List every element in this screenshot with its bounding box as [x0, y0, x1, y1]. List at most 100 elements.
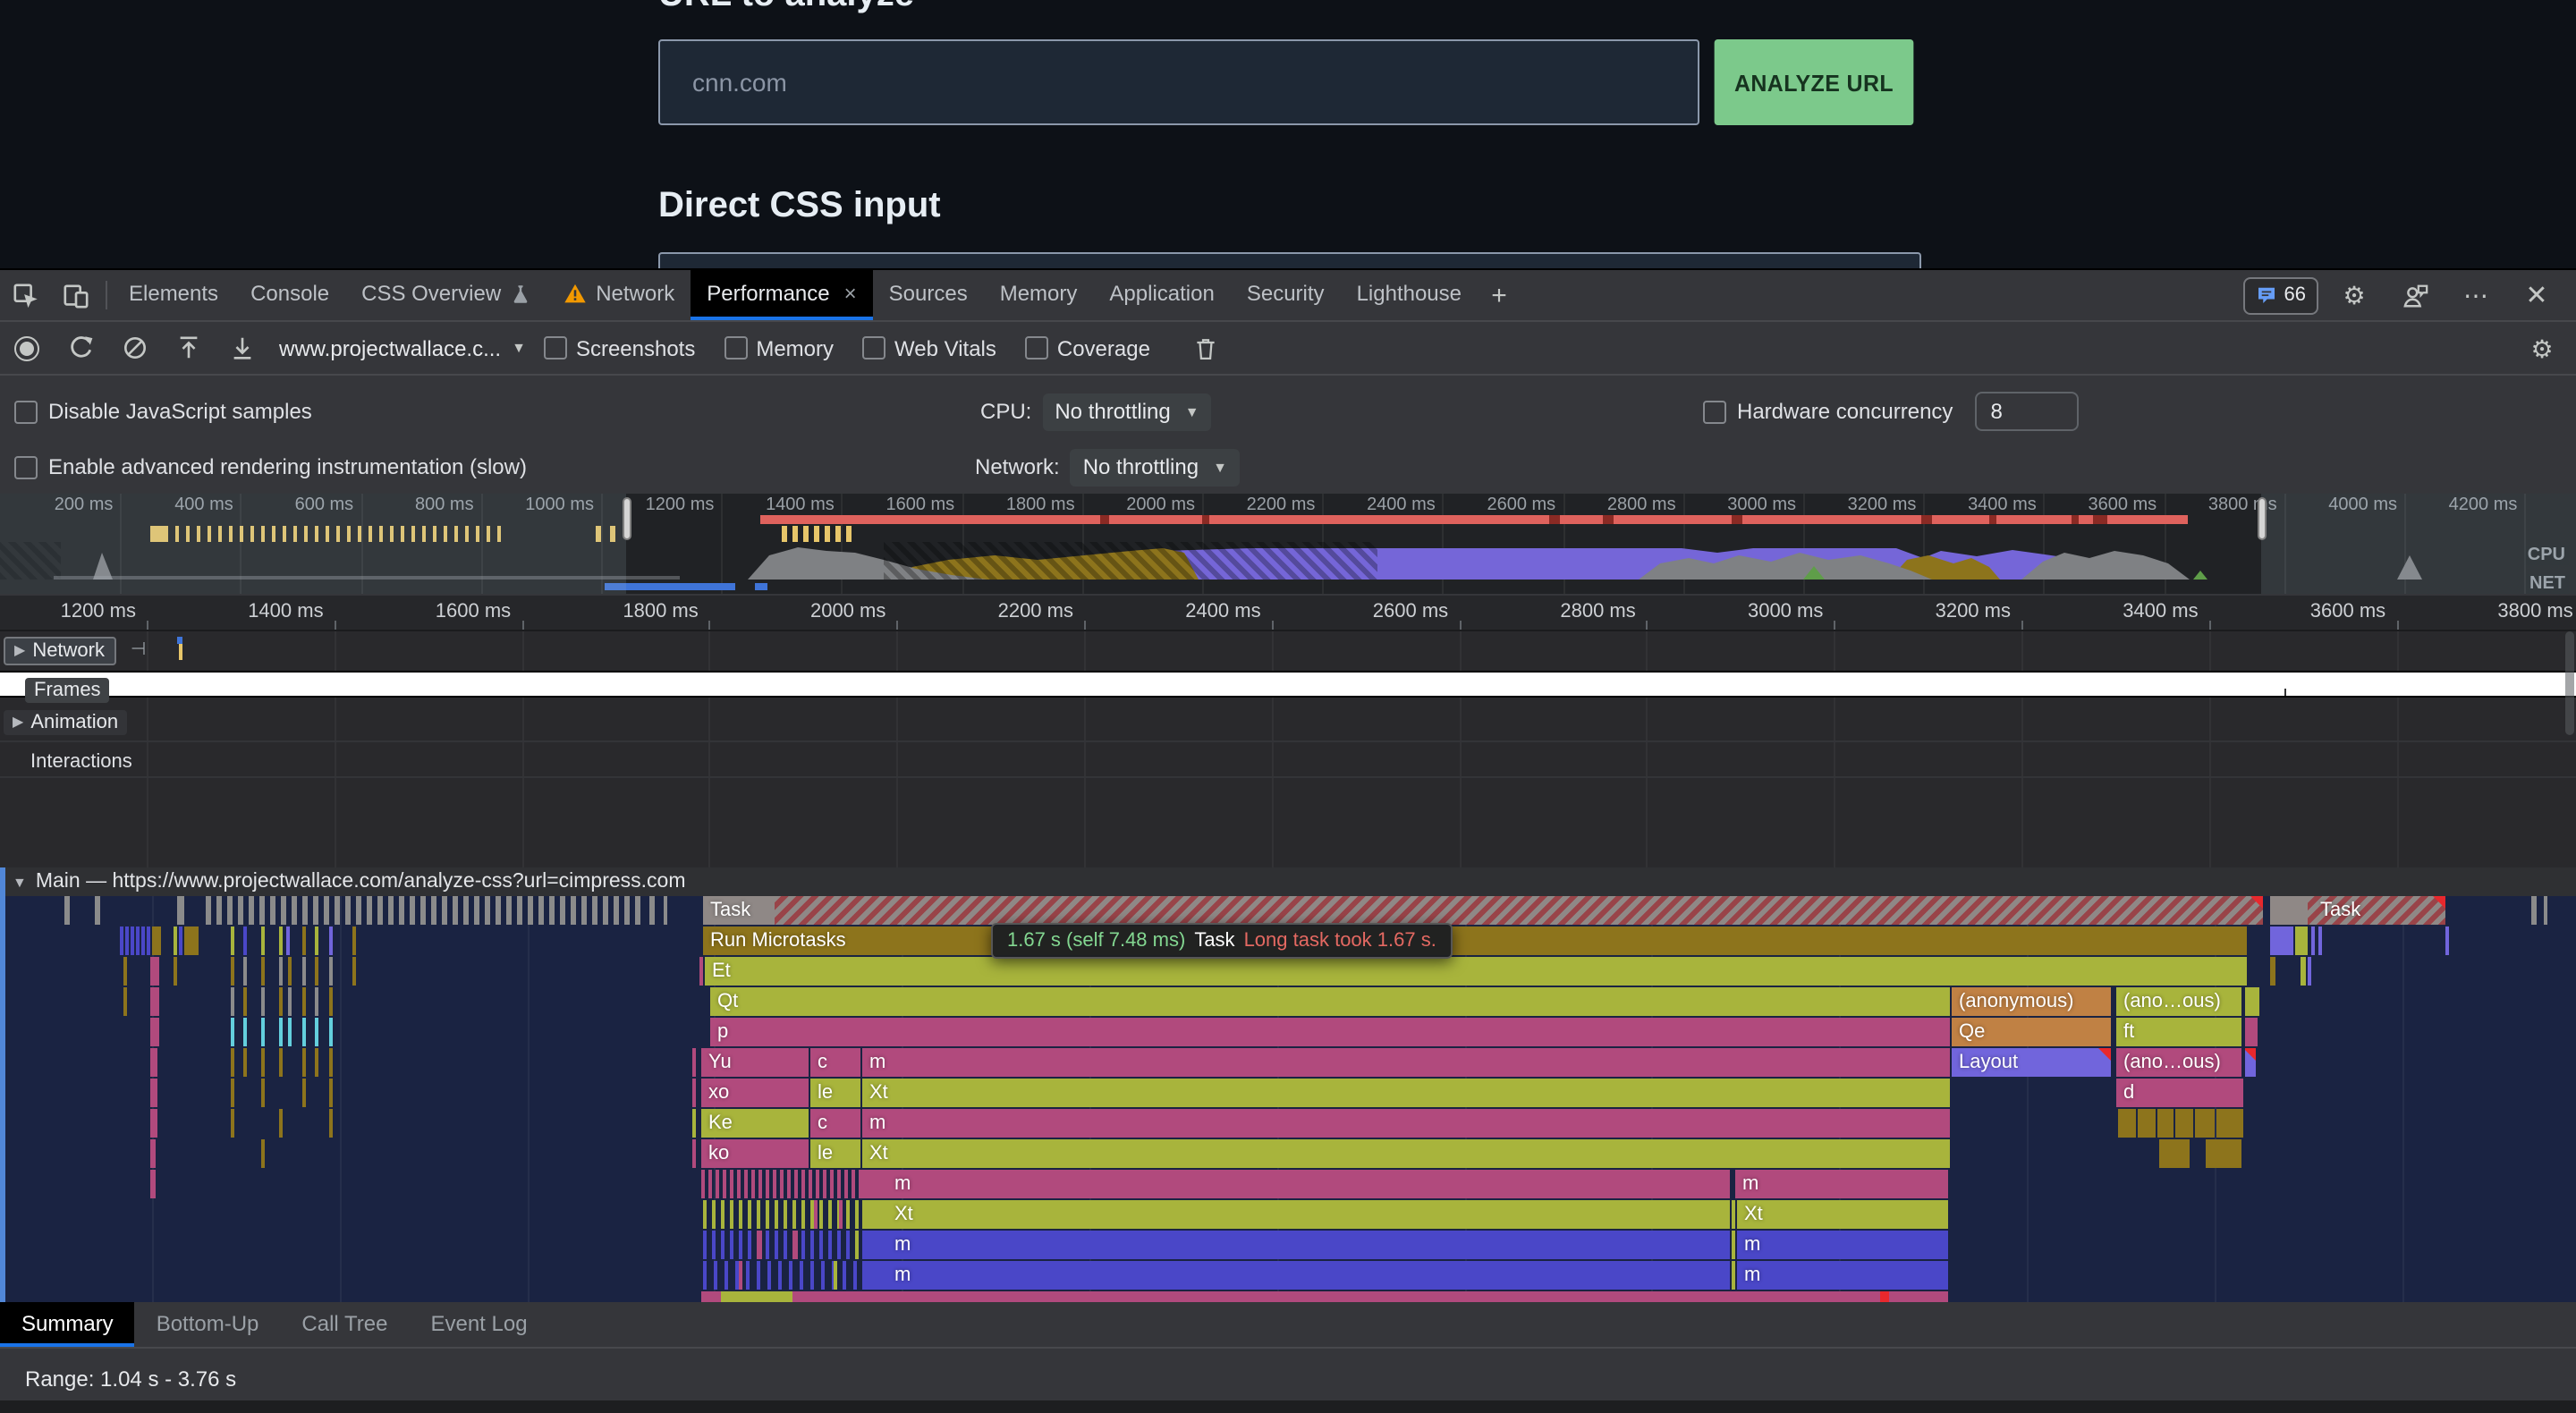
vertical-scrollbar[interactable] [2565, 631, 2574, 735]
toolbar-checkbox-memory[interactable]: Memory [724, 335, 834, 360]
hardware-concurrency-checkbox[interactable] [1703, 400, 1726, 423]
selection-handle-left[interactable] [623, 497, 631, 540]
flame-bar[interactable]: m [1735, 1170, 1948, 1198]
main-thread-header[interactable]: ▼ Main — https://www.projectwallace.com/… [0, 867, 2576, 896]
frames-track-label[interactable]: Frames [25, 678, 110, 703]
checkbox[interactable] [724, 336, 747, 360]
flame-bar[interactable] [2308, 957, 2311, 986]
flame-bar[interactable] [2301, 957, 2306, 986]
flame-bar[interactable] [1880, 1291, 1889, 1302]
hardware-concurrency-input[interactable]: 8 [1974, 392, 2078, 431]
flame-bar[interactable] [721, 1291, 792, 1302]
flame-bar[interactable]: Qe [1952, 1018, 2111, 1046]
clear-button[interactable] [107, 334, 161, 361]
save-profile-button[interactable] [215, 334, 268, 361]
flame-bar[interactable]: Xt [862, 1079, 1950, 1107]
checkbox[interactable] [544, 336, 567, 360]
more-options-button[interactable]: ⋯ [2451, 283, 2501, 308]
tab-console[interactable]: Console [234, 270, 345, 320]
flame-bar[interactable]: m [862, 1170, 1730, 1198]
flame-bar[interactable] [2295, 926, 2308, 955]
network-request[interactable] [177, 637, 182, 644]
flame-bar[interactable]: Yu [701, 1048, 809, 1077]
flame-bar[interactable]: Et [705, 957, 2247, 986]
tab-memory[interactable]: Memory [984, 270, 1094, 320]
details-tab-bottom-up[interactable]: Bottom-Up [135, 1302, 281, 1347]
load-profile-button[interactable] [161, 334, 215, 361]
selection-handle-right[interactable] [2258, 497, 2267, 540]
record-button[interactable] [0, 335, 54, 360]
flame-bar[interactable] [2445, 926, 2449, 955]
flame-bar[interactable]: (ano…ous) [2116, 1048, 2241, 1077]
advanced-rendering[interactable]: Enable advanced rendering instrumentatio… [14, 454, 527, 479]
flame-bar[interactable]: Xt [862, 1200, 1730, 1229]
flame-bar[interactable] [692, 1079, 696, 1107]
advanced-rendering-checkbox[interactable] [14, 455, 38, 478]
flame-bar[interactable]: xo [701, 1079, 809, 1107]
flame-bar[interactable]: ft [2116, 1018, 2241, 1046]
network-track-label[interactable]: ▶ Network [4, 636, 115, 664]
feedback-button[interactable] [2390, 282, 2440, 309]
tab-lighthouse[interactable]: Lighthouse [1341, 270, 1478, 320]
flame-bar[interactable] [2159, 1139, 2190, 1168]
flame-bar[interactable] [2206, 1139, 2241, 1168]
flame-bar[interactable]: Task [2270, 896, 2445, 925]
flame-bar[interactable] [692, 1139, 696, 1168]
flame-chart[interactable]: 1.67 s (self 7.48 ms) Task Long task too… [0, 896, 2576, 1302]
cpu-throttling-select[interactable]: No throttling ▼ [1042, 393, 1211, 430]
frames-track[interactable]: Frames [0, 671, 2576, 698]
flame-bar[interactable] [2245, 987, 2259, 1016]
disable-js-checkbox[interactable] [14, 400, 38, 423]
issues-badge[interactable]: 66 [2243, 276, 2319, 314]
flame-bar[interactable] [699, 957, 703, 986]
flame-bar[interactable]: m [1737, 1231, 1948, 1259]
flame-bar[interactable]: m [862, 1231, 1730, 1259]
flame-bar[interactable]: m [862, 1048, 1950, 1077]
flame-bar[interactable] [2157, 1109, 2174, 1138]
details-tab-call-tree[interactable]: Call Tree [280, 1302, 409, 1347]
details-tab-event-log[interactable]: Event Log [409, 1302, 548, 1347]
more-tabs-button[interactable]: + [1478, 270, 1521, 320]
flame-bar[interactable]: Task [703, 896, 2263, 925]
network-track[interactable]: ▶ Network ⊣ [0, 631, 2576, 667]
flame-bar[interactable]: Run Microtasks [703, 926, 2247, 955]
flame-bar[interactable]: c [810, 1048, 860, 1077]
flame-bar[interactable] [2318, 926, 2322, 955]
flame-bar[interactable] [692, 1048, 696, 1077]
url-input[interactable]: cnn.com [658, 39, 1699, 125]
flame-bar[interactable] [2270, 926, 2293, 955]
flame-bar[interactable] [692, 1109, 696, 1138]
flame-bar[interactable]: le [810, 1079, 860, 1107]
flame-bar[interactable] [2138, 1109, 2156, 1138]
network-throttling-select[interactable]: No throttling ▼ [1071, 448, 1240, 486]
css-input[interactable] [658, 252, 1921, 268]
toolbar-checkbox-coverage[interactable]: Coverage [1025, 335, 1150, 360]
flame-bar[interactable] [2175, 1109, 2193, 1138]
flame-bar[interactable]: m [862, 1261, 1730, 1290]
flame-bar[interactable] [1732, 1200, 1735, 1229]
flame-bar[interactable] [701, 1291, 1948, 1302]
details-tab-summary[interactable]: Summary [0, 1302, 135, 1347]
tab-sources[interactable]: Sources [873, 270, 984, 320]
history-select[interactable]: www.projectwallace.c... ▼ [279, 335, 526, 360]
flame-bar[interactable] [2216, 1109, 2243, 1138]
tab-security[interactable]: Security [1231, 270, 1341, 320]
animation-track[interactable]: ▶ Animation [0, 703, 2576, 742]
flame-bar[interactable] [1732, 1261, 1735, 1290]
tab-network[interactable]: Network [547, 270, 691, 320]
flame-bar[interactable]: (ano…ous) [2116, 987, 2241, 1016]
checkbox[interactable] [862, 336, 886, 360]
device-toolbar-button[interactable] [50, 270, 100, 320]
flame-bar[interactable]: ko [701, 1139, 809, 1168]
disable-js-samples[interactable]: Disable JavaScript samples [14, 399, 312, 424]
flame-bar[interactable]: m [862, 1109, 1950, 1138]
flame-bar[interactable] [2245, 1048, 2256, 1077]
flame-bar[interactable]: c [810, 1109, 860, 1138]
toolbar-checkbox-web-vitals[interactable]: Web Vitals [862, 335, 996, 360]
tab-performance[interactable]: Performance× [691, 270, 872, 320]
flame-bar[interactable] [2270, 957, 2275, 986]
tab-css-overview[interactable]: CSS Overview [345, 270, 547, 320]
flame-bar[interactable]: m [1737, 1261, 1948, 1290]
resize-handle-icon[interactable]: ⊣ [131, 640, 146, 660]
checkbox[interactable] [1025, 336, 1048, 360]
